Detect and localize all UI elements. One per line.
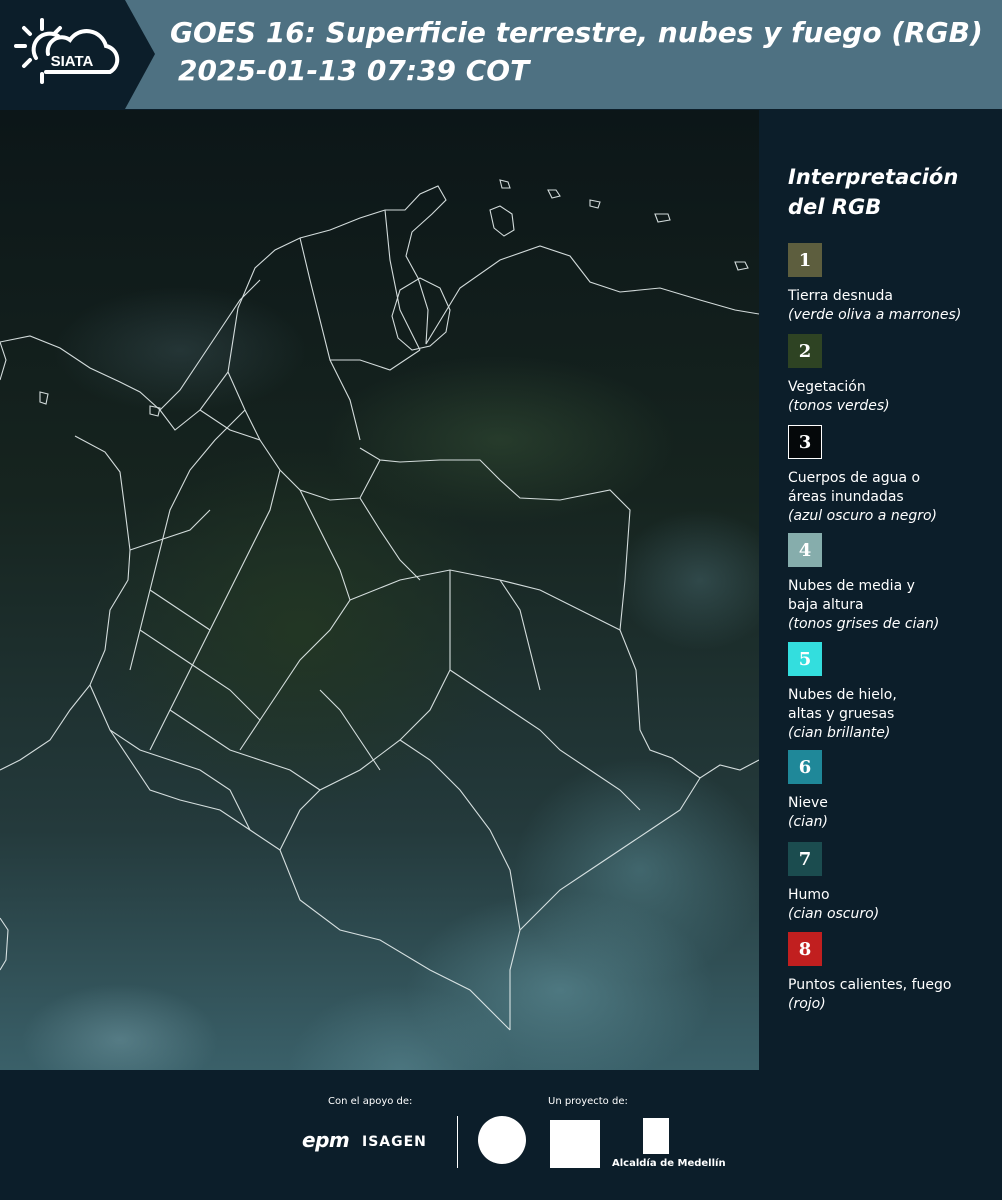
legend-sub-7: (cian oscuro) [788,906,880,922]
legend-label-8: Puntos calientes, fuego [788,977,952,993]
legend-item-5: 5 Nubes de hielo, altas y gruesas (cian … [788,642,998,743]
epm-logo: epm [302,1128,350,1152]
page-title: GOES 16: Superficie terrestre, nubes y f… [170,14,983,90]
legend-swatch-1: 1 [788,243,822,277]
project-label: Un proyecto de: [548,1096,628,1107]
legend-swatch-7: 7 [788,842,822,876]
support-label: Con el apoyo de: [328,1096,413,1107]
legend-swatch-6: 6 [788,750,822,784]
legend-label-7: Humo [788,887,830,903]
legend-sub-1: (verde oliva a marrones) [788,307,962,323]
legend-item-2: 2 Vegetación (tonos verdes) [788,334,998,416]
footer: Con el apoyo de: Un proyecto de: epm ISA… [0,1070,1002,1200]
legend-sub-4: (tonos grises de cian) [788,616,940,632]
title-line-1: GOES 16: Superficie terrestre, nubes y f… [170,16,983,49]
legend-label-3: Cuerpos de agua o áreas inundadas [788,470,921,505]
svg-text:SIATA: SIATA [51,53,94,70]
boundary-lines [0,179,759,1031]
legend-item-6: 6 Nieve (cian) [788,750,998,832]
legend-sub-6: (cian) [788,814,828,830]
legend-swatch-8: 8 [788,932,822,966]
medellin-seal-icon [478,1116,526,1164]
legend-item-1: 1 Tierra desnuda (verde oliva a marrones… [788,243,998,325]
legend-label-1: Tierra desnuda [788,288,893,304]
legend-swatch-4: 4 [788,533,822,567]
legend-item-4: 4 Nubes de media y baja altura (tonos gr… [788,533,998,634]
legend-sub-3: (azul oscuro a negro) [788,508,937,524]
legend-item-8: 8 Puntos calientes, fuego (rojo) [788,932,998,1014]
legend-title: Interpretación del RGB [788,162,958,222]
legend-sub-5: (cian brillante) [788,725,891,741]
siata-logo: SIATA [14,18,120,84]
legend-title-line-2: del RGB [788,195,882,219]
legend-label-6: Nieve [788,795,828,811]
title-line-2: 2025-01-13 07:39 COT [178,54,530,87]
legend-item-7: 7 Humo (cian oscuro) [788,842,998,924]
legend-swatch-2: 2 [788,334,822,368]
header-bar: SIATA GOES 16: Superficie terrestre, nub… [0,0,1002,109]
area-metropolitana-logo [550,1120,600,1168]
legend-panel: Interpretación del RGB 1 Tierra desnuda … [760,110,1002,1070]
legend-label-4: Nubes de media y baja altura [788,578,915,613]
legend-label-2: Vegetación [788,379,866,395]
isagen-logo: ISAGEN [362,1134,427,1150]
legend-item-3: 3 Cuerpos de agua o áreas inundadas (azu… [788,425,998,526]
legend-title-line-1: Interpretación [788,165,959,189]
footer-divider [457,1116,458,1168]
legend-sub-8: (rojo) [788,996,826,1012]
legend-swatch-3: 3 [788,425,822,459]
satellite-image [0,110,759,1070]
legend-label-5: Nubes de hielo, altas y gruesas [788,687,897,722]
alcaldia-label: Alcaldía de Medellín [612,1158,726,1169]
alcaldia-shield-icon [643,1118,669,1154]
legend-sub-2: (tonos verdes) [788,398,890,414]
legend-swatch-5: 5 [788,642,822,676]
logo-block: SIATA [0,0,155,109]
